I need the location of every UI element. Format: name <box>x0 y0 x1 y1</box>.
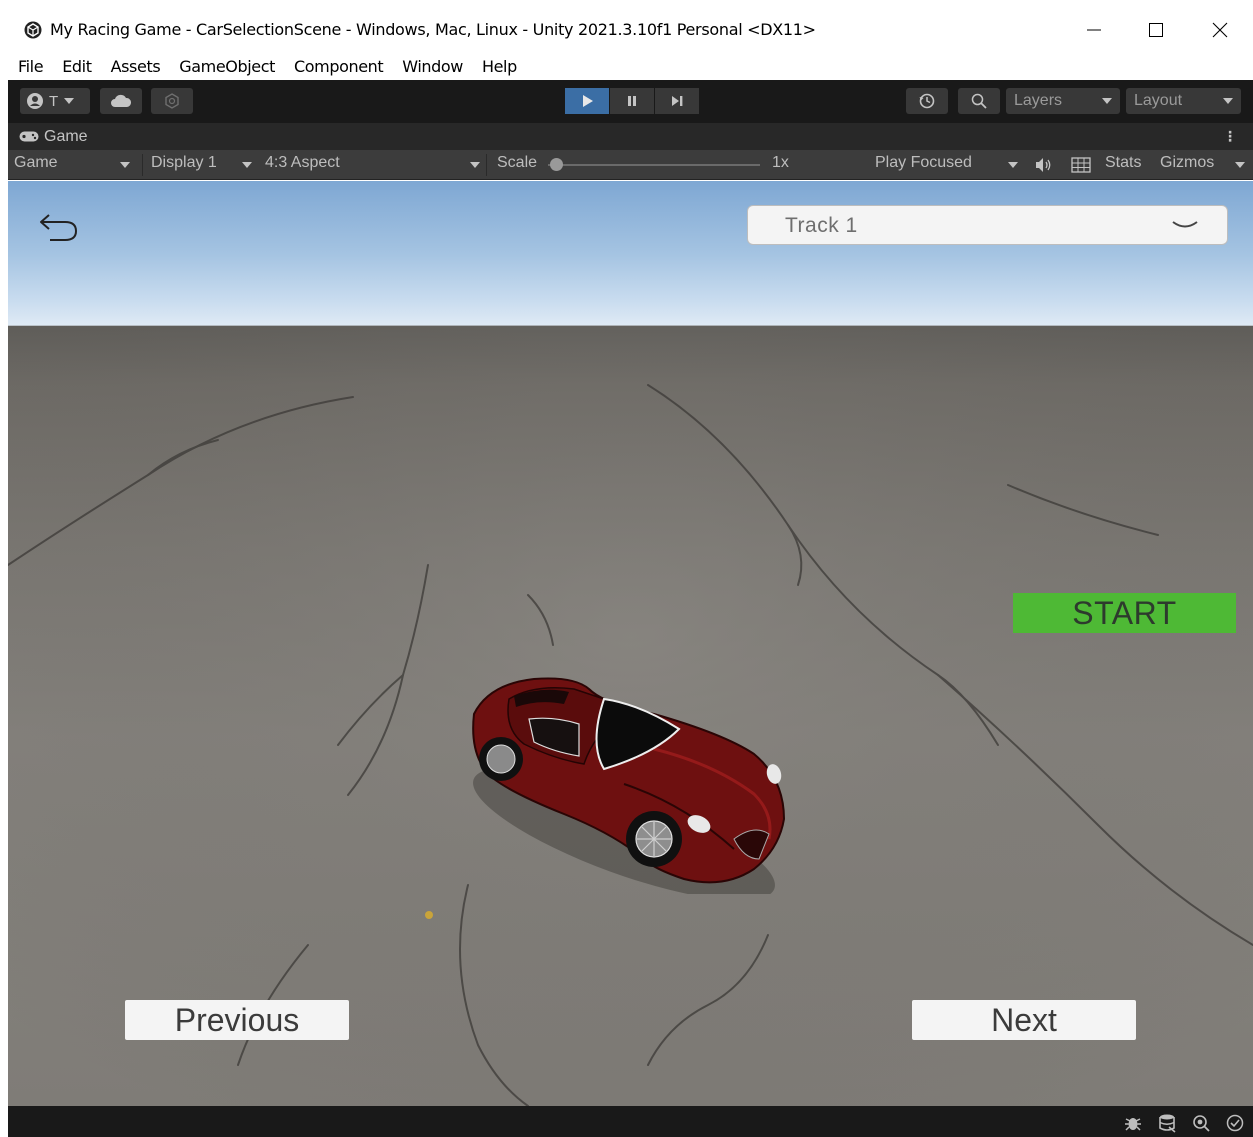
layers-label: Layers <box>1014 92 1063 109</box>
view-mode-dropdown[interactable]: Game <box>14 154 58 172</box>
display-dropdown[interactable]: Display 1 <box>151 154 217 172</box>
window-title-bar: My Racing Game - CarSelectionScene - Win… <box>8 8 1253 52</box>
search-icon <box>971 93 987 109</box>
chevron-down-icon <box>1008 162 1018 168</box>
play-icon <box>583 95 593 107</box>
divider <box>486 154 487 176</box>
check-circle-icon[interactable] <box>1225 1113 1245 1133</box>
collab-icon <box>165 93 179 109</box>
step-icon <box>672 96 683 106</box>
debug-settings-icon[interactable] <box>1191 1113 1211 1133</box>
gamepad-icon <box>19 131 39 142</box>
play-mode-dropdown[interactable]: Play Focused <box>875 154 972 172</box>
main-toolbar: T Layers Layout <box>8 80 1253 123</box>
scale-label: Scale <box>497 154 538 171</box>
account-icon <box>27 93 43 109</box>
next-button[interactable]: Next <box>912 1000 1136 1040</box>
layout-label: Layout <box>1134 92 1183 109</box>
game-tab-label: Game <box>44 128 88 145</box>
menu-component[interactable]: Component <box>294 57 384 76</box>
playback-controls <box>565 88 699 114</box>
menu-assets[interactable]: Assets <box>111 57 161 76</box>
cloud-icon <box>111 94 132 107</box>
close-button[interactable] <box>1189 8 1251 52</box>
menu-window[interactable]: Window <box>402 57 463 76</box>
track-dropdown-label: Track 1 <box>785 214 858 237</box>
track-dropdown[interactable]: Track 1 <box>747 205 1228 245</box>
stats-toggle[interactable]: Stats <box>1105 154 1141 172</box>
gizmos-toggle[interactable]: Gizmos <box>1160 154 1214 172</box>
chevron-down-icon <box>120 162 130 168</box>
account-dropdown[interactable]: T <box>20 88 90 114</box>
scale-slider-handle[interactable] <box>550 158 563 171</box>
minimize-button[interactable] <box>1063 8 1125 52</box>
game-viewport[interactable]: Track 1 START Previous Next <box>8 181 1253 1106</box>
window-title: My Racing Game - CarSelectionScene - Win… <box>50 20 816 39</box>
history-icon <box>919 93 935 109</box>
minimize-icon <box>1087 29 1101 31</box>
maximize-button[interactable] <box>1125 8 1187 52</box>
close-icon <box>1212 22 1228 38</box>
scale-value: 1x <box>772 154 789 171</box>
scale-slider-track[interactable] <box>548 164 760 166</box>
menu-bar: File Edit Assets GameObject Component Wi… <box>8 52 1253 80</box>
status-bar <box>8 1106 1253 1137</box>
chevron-down-icon <box>1223 98 1233 104</box>
layout-dropdown[interactable]: Layout <box>1126 88 1241 114</box>
aspect-dropdown[interactable]: 4:3 Aspect <box>265 154 340 172</box>
chevron-down-icon <box>470 162 480 168</box>
back-arrow-icon[interactable] <box>38 207 80 245</box>
cloud-button[interactable] <box>100 88 142 114</box>
car-model <box>472 677 786 894</box>
chevron-down-icon <box>242 162 252 168</box>
start-button[interactable]: START <box>1013 593 1236 633</box>
chevron-down-icon <box>1102 98 1112 104</box>
maximize-icon <box>1149 23 1163 37</box>
mute-audio-icon[interactable] <box>1035 157 1053 173</box>
menu-file[interactable]: File <box>18 57 44 76</box>
step-button[interactable] <box>655 88 699 114</box>
search-button[interactable] <box>958 88 1000 114</box>
database-icon[interactable] <box>1157 1113 1177 1133</box>
game-tab[interactable]: Game ⋮ <box>8 123 1253 150</box>
menu-gameobject[interactable]: GameObject <box>179 57 275 76</box>
chevron-down-icon <box>1235 162 1245 168</box>
play-button[interactable] <box>565 88 610 114</box>
pause-button[interactable] <box>610 88 655 114</box>
layers-dropdown[interactable]: Layers <box>1006 88 1120 114</box>
history-button[interactable] <box>906 88 948 114</box>
grid-icon[interactable] <box>1071 157 1091 173</box>
pause-icon <box>628 96 636 106</box>
previous-button[interactable]: Previous <box>125 1000 349 1040</box>
chevron-down-icon <box>64 98 75 104</box>
unity-logo-icon <box>24 21 42 39</box>
collab-button[interactable] <box>151 88 193 114</box>
menu-help[interactable]: Help <box>482 57 517 76</box>
more-options-icon[interactable]: ⋮ <box>1223 128 1237 145</box>
menu-edit[interactable]: Edit <box>62 57 92 76</box>
divider <box>142 154 143 176</box>
bug-icon[interactable] <box>1123 1113 1143 1133</box>
account-label: T <box>49 92 59 110</box>
chevron-down-icon <box>1172 221 1198 228</box>
